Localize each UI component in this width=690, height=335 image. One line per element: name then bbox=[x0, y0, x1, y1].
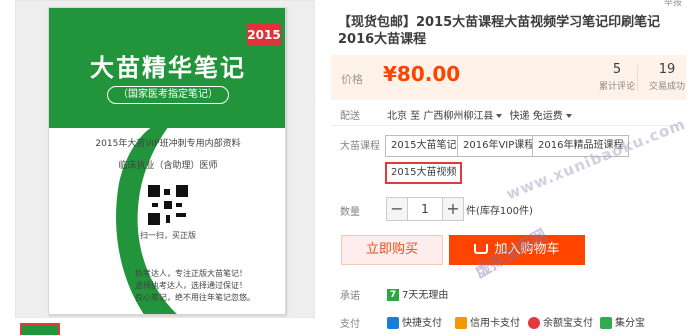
cover-title: 大苗精华笔记 bbox=[90, 54, 246, 82]
pay-method-quick[interactable]: 快捷支付 bbox=[387, 314, 442, 329]
pay-method-label: 余额宝支付 bbox=[543, 318, 593, 329]
option-2015-notes[interactable]: 2015大苗笔记 bbox=[385, 135, 463, 157]
product-title: 【现货包邮】2015大苗课程大苗视频学习笔记印刷笔记2016大苗课程 bbox=[338, 15, 661, 47]
cover-scan-text: 扫一扫，买正版 bbox=[140, 231, 196, 240]
pay-method-credit[interactable]: 信用卡支付 bbox=[455, 314, 520, 329]
reviews-label: 累计评论 bbox=[598, 82, 635, 92]
price-box: 价格 ¥80.00 5 累计评论 19 交易成功 bbox=[331, 55, 686, 100]
payment-label: 支付 bbox=[340, 319, 360, 330]
shipping-label: 配送 bbox=[340, 111, 360, 122]
promise-label: 承诺 bbox=[340, 291, 360, 302]
course-label: 大苗课程 bbox=[340, 141, 380, 152]
reviews-count: 5 bbox=[612, 62, 622, 77]
credit-card-icon bbox=[455, 317, 467, 329]
transactions-label: 交易成功 bbox=[648, 82, 685, 92]
jifenbao-icon bbox=[600, 317, 612, 329]
book-cover: 2015 大苗精华笔记 （国家医考指定笔记） 2015年大苗VIP班冲刺专用内部… bbox=[48, 7, 286, 315]
pay-method-label: 快捷支付 bbox=[402, 318, 442, 329]
stat-reviews[interactable]: 5 累计评论 bbox=[592, 62, 642, 92]
watermark-url: www.xunibaoku.com bbox=[503, 114, 689, 204]
price-value: ¥80.00 bbox=[383, 62, 461, 86]
quick-pay-icon bbox=[387, 317, 399, 329]
shipping-destination[interactable]: 广西柳州柳江县 bbox=[423, 111, 506, 122]
thumbnail-1[interactable] bbox=[20, 323, 60, 335]
cover-subtitle: （国家医考指定笔记） bbox=[107, 86, 229, 104]
report-link[interactable]: 举报 bbox=[664, 0, 682, 8]
cover-line-1: 2015年大苗VIP班冲刺专用内部资料 bbox=[95, 139, 241, 149]
pay-method-label: 集分宝 bbox=[615, 318, 645, 329]
option-2015-video[interactable]: 2015大苗视频 bbox=[385, 162, 463, 184]
quantity-input[interactable]: 1 bbox=[408, 197, 442, 221]
pay-method-label: 信用卡支付 bbox=[470, 318, 520, 329]
stat-divider bbox=[637, 65, 638, 91]
option-2016-vip[interactable]: 2016年VIP课程 bbox=[457, 135, 541, 157]
cover-slogan-3: 良心笔记，绝不用往年笔记忽悠。 bbox=[135, 293, 255, 302]
chevron-down-icon bbox=[565, 113, 572, 118]
promise-info[interactable]: 7 7天无理由 bbox=[387, 286, 448, 301]
year-tag: 2015 bbox=[247, 24, 281, 46]
pay-method-jifenbao[interactable]: 集分宝 bbox=[600, 314, 645, 329]
shipping-method[interactable]: 快递 免运费 bbox=[510, 111, 576, 122]
main-product-image[interactable]: 2015 大苗精华笔记 （国家医考指定笔记） 2015年大苗VIP班冲刺专用内部… bbox=[15, 0, 315, 318]
cover-slogan-1: 执考达人，专注正版大苗笔记！ bbox=[135, 269, 247, 278]
cover-slogan-2: 选择执考达人，选择通过保证！ bbox=[135, 281, 247, 290]
pay-method-yuebao[interactable]: 余额宝支付 bbox=[528, 314, 593, 329]
shipping-from: 北京 至 bbox=[387, 111, 421, 122]
quantity-label: 数量 bbox=[340, 207, 360, 218]
stat-transactions[interactable]: 19 交易成功 bbox=[642, 62, 690, 92]
chevron-down-icon bbox=[496, 113, 503, 118]
buy-now-button[interactable]: 立即购买 bbox=[341, 235, 443, 265]
quantity-increase-button[interactable]: + bbox=[442, 197, 464, 221]
cover-line-2: 临床执业（含助理）医师 bbox=[118, 161, 218, 171]
promise-text: 7天无理由 bbox=[402, 290, 449, 301]
seven-day-icon: 7 bbox=[387, 289, 399, 301]
yuebao-icon bbox=[528, 317, 540, 329]
quantity-decrease-button[interactable]: − bbox=[386, 197, 408, 221]
shipping-info: 北京 至 广西柳州柳江县 快递 免运费 bbox=[387, 107, 576, 122]
transactions-count: 19 bbox=[658, 62, 676, 77]
stock-text: 件(库存100件) bbox=[466, 206, 533, 217]
cover-slogans: 执考达人，专注正版大苗笔记！ 选择执考达人，选择通过保证！ 良心笔记，绝不用往年… bbox=[135, 268, 285, 304]
qr-code bbox=[148, 185, 188, 225]
divider bbox=[331, 125, 686, 126]
product-gallery: 2015 大苗精华笔记 （国家医考指定笔记） 2015年大苗VIP班冲刺专用内部… bbox=[0, 0, 330, 335]
price-label: 价格 bbox=[341, 73, 363, 86]
